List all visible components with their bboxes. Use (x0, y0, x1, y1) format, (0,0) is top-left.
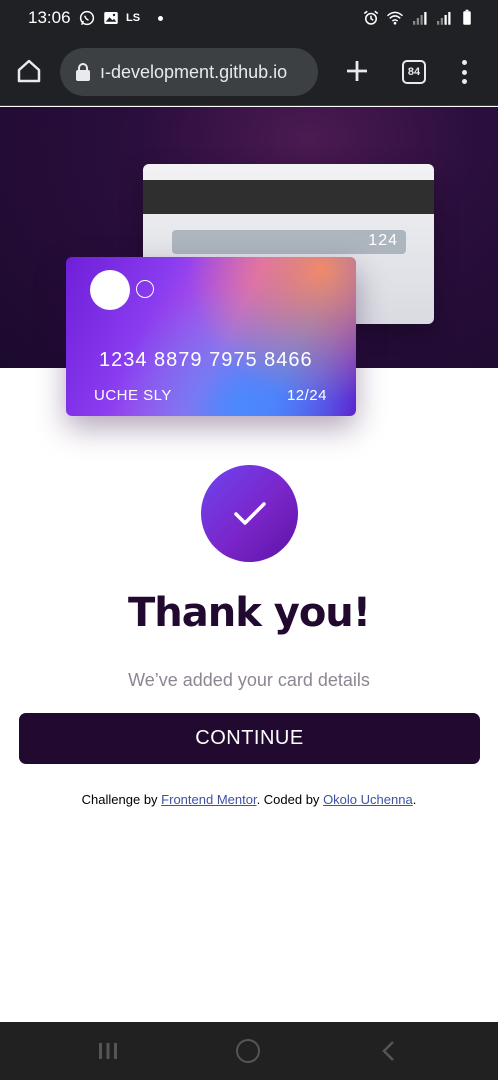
card-cvc: 124 (368, 232, 398, 249)
frontend-mentor-link[interactable]: Frontend Mentor (161, 792, 256, 807)
alarm-icon (363, 10, 379, 25)
signature-strip: 124 (172, 230, 406, 254)
more-menu-icon[interactable] (454, 58, 474, 86)
carrier-label: LS (126, 12, 141, 24)
status-time: 13:06 (28, 8, 71, 27)
thank-you-heading: Thank you! (127, 590, 371, 636)
attribution: Challenge by Frontend Mentor. Coded by O… (0, 792, 498, 807)
attribution-middle: . Coded by (256, 792, 324, 807)
card-logo-filled-circle (90, 270, 130, 310)
success-check-icon (201, 465, 298, 562)
tab-switcher-button[interactable]: 84 (402, 60, 426, 84)
magnetic-stripe (143, 180, 434, 214)
status-bar: 13:06 LS (0, 0, 498, 38)
card-expiry: 12/24 (286, 387, 327, 404)
card-front: 1234 8879 7975 8466 UCHE SLY 12/24 (66, 257, 356, 416)
recent-apps-icon[interactable] (97, 1041, 119, 1061)
continue-button[interactable]: CONTINUE (19, 713, 480, 764)
notification-icons: LS (78, 9, 164, 27)
attribution-suffix: . (412, 792, 417, 807)
more-notifications-dot (158, 15, 164, 21)
card-holder-name: UCHE SLY (94, 387, 172, 404)
lock-icon (76, 63, 90, 81)
gallery-icon (104, 12, 118, 24)
card-number: 1234 8879 7975 8466 (99, 349, 313, 371)
check-icon (233, 501, 266, 525)
browser-toolbar: ı-development.github.io 84 (0, 38, 498, 106)
thank-you-subtitle: We’ve added your card details (128, 670, 370, 690)
home-icon[interactable] (14, 56, 44, 86)
wifi-icon (386, 11, 404, 25)
whatsapp-icon (79, 10, 95, 26)
new-tab-icon[interactable] (344, 58, 370, 84)
signal-icon-2 (437, 12, 451, 25)
signal-icon-1 (413, 12, 427, 25)
system-icons (362, 9, 476, 27)
card-logo-outline-circle (136, 280, 154, 298)
system-nav-bar (0, 1022, 498, 1080)
back-icon[interactable] (378, 1040, 400, 1062)
attribution-prefix: Challenge by (81, 792, 162, 807)
home-nav-icon[interactable] (236, 1039, 260, 1063)
url-bar[interactable]: ı-development.github.io (60, 48, 318, 96)
battery-icon (463, 9, 471, 25)
author-link[interactable]: Okolo Uchenna (323, 792, 413, 807)
url-text: ı-development.github.io (100, 61, 288, 82)
